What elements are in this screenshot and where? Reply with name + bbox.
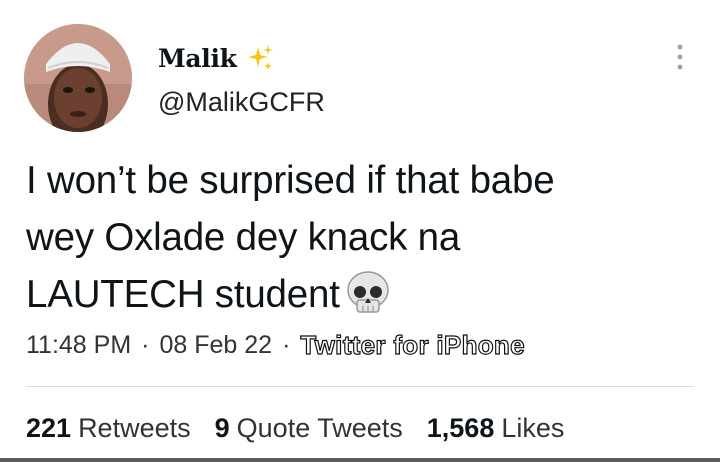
avatar-image [24, 24, 132, 132]
tweet-date[interactable]: 08 Feb 22 [159, 331, 272, 360]
likes-count: 1,568 [426, 413, 495, 443]
tweet-text-line-content: LAUTECH student [26, 273, 340, 316]
display-name[interactable]: Malik [158, 44, 237, 73]
divider [26, 386, 694, 387]
tweet-meta: 11:48 PM · 08 Feb 22 · Twitter for iPhon… [26, 329, 525, 361]
author-handle[interactable]: @MalikGCFR [158, 87, 325, 118]
bottom-border [0, 458, 720, 462]
tweet-card: Malik @MalikGCFR I won’t be surprised if… [0, 0, 720, 462]
meta-separator: · [282, 331, 291, 359]
more-options-icon[interactable] [670, 40, 690, 74]
retweets-stat[interactable]: 221 Retweets [26, 413, 191, 444]
retweets-label: Retweets [78, 413, 191, 443]
author-name-row[interactable]: Malik [158, 42, 275, 74]
quote-tweets-count: 9 [214, 413, 230, 443]
skull-icon [346, 271, 389, 313]
tweet-source[interactable]: Twitter for iPhone [300, 329, 525, 361]
likes-stat[interactable]: 1,568 Likes [427, 413, 565, 444]
tweet-text-line: I won’t be surprised if that babe [26, 159, 555, 202]
tweet-text-line: LAUTECH student [26, 266, 686, 323]
tweet-stats: 221 Retweets 9 Quote Tweets 1,568 Likes [26, 413, 588, 444]
tweet-text: I won’t be surprised if that babe wey Ox… [26, 152, 686, 323]
avatar[interactable] [24, 24, 132, 132]
retweets-count: 221 [26, 413, 72, 443]
quote-tweets-stat[interactable]: 9 Quote Tweets [215, 413, 403, 444]
quote-tweets-label: Quote Tweets [236, 413, 403, 443]
tweet-text-line: wey Oxlade dey knack na [26, 216, 461, 259]
sparkles-icon [247, 45, 273, 70]
likes-label: Likes [501, 413, 565, 443]
tweet-time[interactable]: 11:48 PM [26, 331, 131, 360]
meta-separator: · [141, 331, 150, 359]
